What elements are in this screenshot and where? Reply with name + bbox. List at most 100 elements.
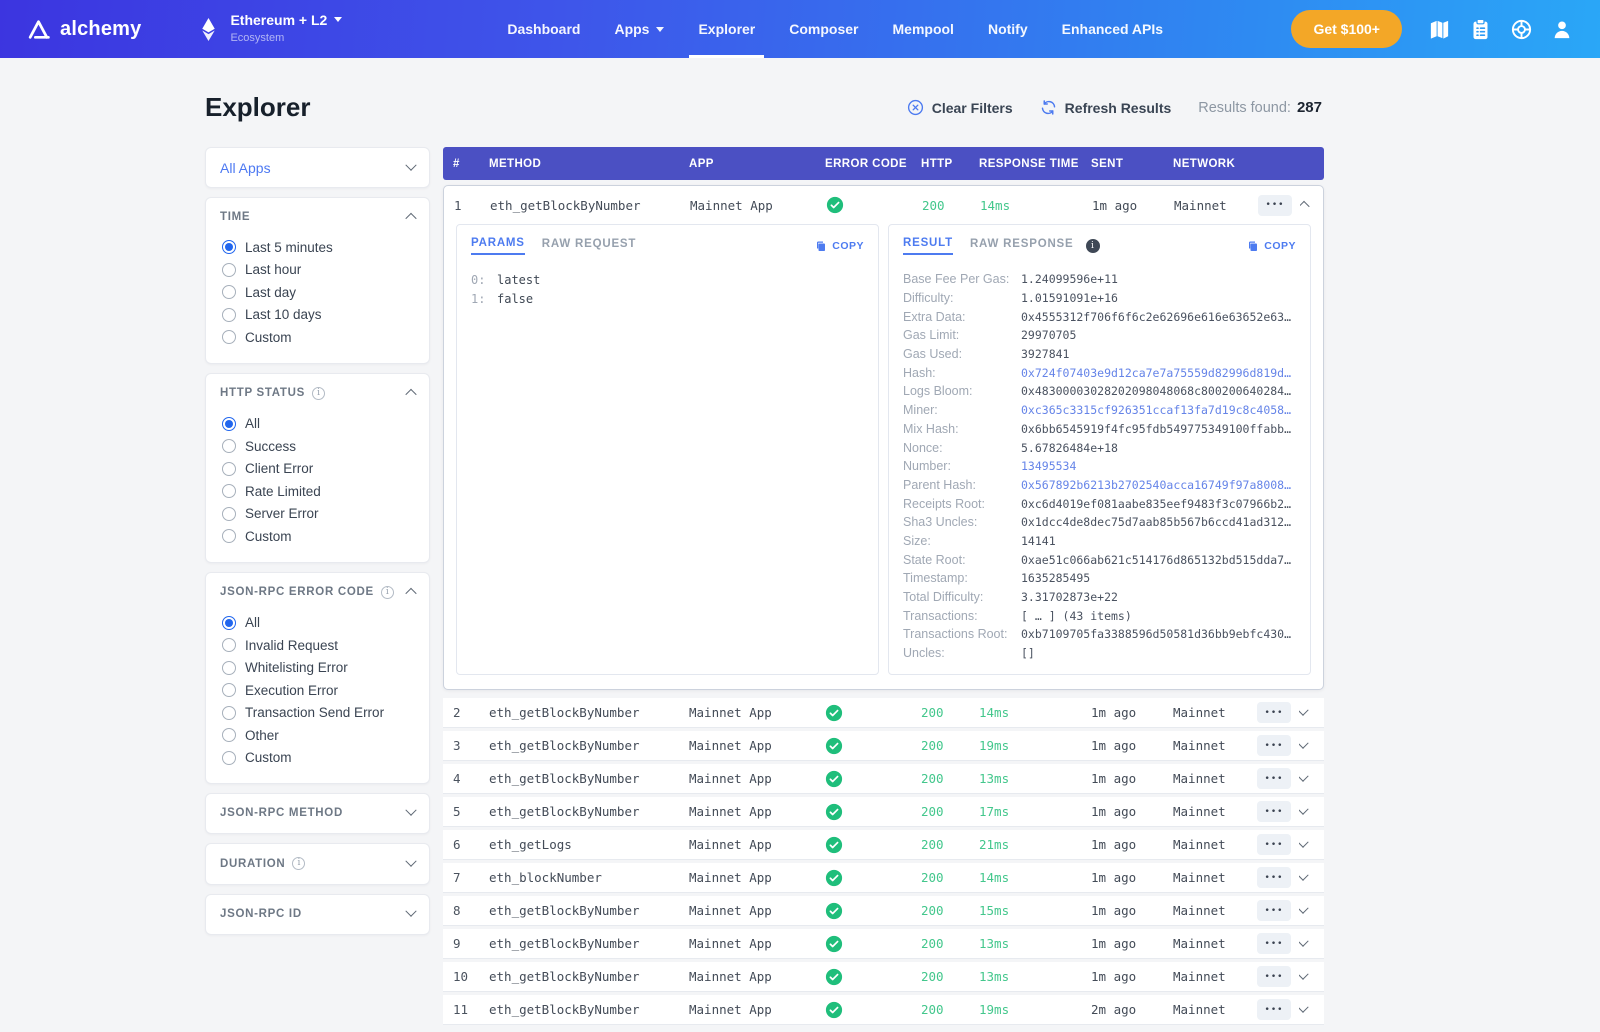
tab-raw-request[interactable]: RAW REQUEST: [542, 238, 636, 254]
chevron-down-icon[interactable]: [1299, 706, 1309, 716]
filter-section-jsonrpc-id-header[interactable]: JSON-RPC ID: [220, 908, 415, 920]
radio-option[interactable]: Last 5 minutes: [222, 236, 415, 259]
radio-button[interactable]: [222, 330, 236, 344]
row-actions-button[interactable]: [1257, 966, 1291, 987]
tab-result[interactable]: RESULT: [903, 237, 953, 255]
chevron-up-icon[interactable]: [1300, 201, 1310, 212]
row-actions-button[interactable]: [1257, 735, 1291, 756]
chevron-down-icon[interactable]: [1299, 970, 1309, 980]
nav-item[interactable]: Dashboard: [490, 0, 597, 58]
radio-option[interactable]: Server Error: [222, 503, 415, 526]
get-credit-button[interactable]: Get $100+: [1291, 10, 1402, 48]
clear-filters-button[interactable]: Clear Filters: [907, 99, 1013, 116]
table-row[interactable]: 8 eth_getBlockByNumber Mainnet App 200 1…: [443, 896, 1324, 926]
table-row[interactable]: 7 eth_blockNumber Mainnet App 200 14ms 1…: [443, 863, 1324, 893]
chevron-down-icon[interactable]: [1299, 937, 1309, 947]
nav-item[interactable]: Explorer: [681, 0, 772, 58]
copy-request-button[interactable]: COPY: [815, 240, 864, 253]
chevron-down-icon[interactable]: [1299, 739, 1309, 749]
table-row[interactable]: 6 eth_getLogs Mainnet App 200 21ms 1m ag…: [443, 830, 1324, 860]
radio-option[interactable]: Custom: [222, 747, 415, 770]
radio-button[interactable]: [222, 417, 236, 431]
nav-item[interactable]: Composer: [772, 0, 875, 58]
info-icon[interactable]: [381, 586, 394, 599]
tab-params[interactable]: PARAMS: [471, 237, 525, 255]
radio-button[interactable]: [222, 683, 236, 697]
filter-section-time-header[interactable]: TIME: [220, 211, 415, 223]
radio-button[interactable]: [222, 706, 236, 720]
radio-option[interactable]: All: [222, 413, 415, 436]
radio-button[interactable]: [222, 638, 236, 652]
table-row[interactable]: 11 eth_getBlockByNumber Mainnet App 200 …: [443, 995, 1324, 1025]
row-actions-button[interactable]: [1257, 834, 1291, 855]
row-actions-button[interactable]: [1257, 768, 1291, 789]
chevron-down-icon[interactable]: [1299, 805, 1309, 815]
radio-option[interactable]: Client Error: [222, 458, 415, 481]
filter-section-duration-header[interactable]: DURATION: [220, 857, 415, 870]
radio-option[interactable]: Custom: [222, 525, 415, 548]
table-row-expanded[interactable]: 1 eth_getBlockByNumber Mainnet App 200 1…: [444, 186, 1323, 224]
alchemy-logo[interactable]: alchemy: [26, 0, 141, 58]
radio-button[interactable]: [222, 507, 236, 521]
changelog-clipboard-icon[interactable]: [1468, 17, 1492, 41]
chevron-down-icon[interactable]: [1299, 871, 1309, 881]
radio-option[interactable]: Last 10 days: [222, 304, 415, 327]
table-row[interactable]: 2 eth_getBlockByNumber Mainnet App 200 1…: [443, 698, 1324, 728]
radio-button[interactable]: [222, 285, 236, 299]
nav-item[interactable]: Notify: [971, 0, 1045, 58]
nav-item[interactable]: Mempool: [876, 0, 971, 58]
radio-button[interactable]: [222, 616, 236, 630]
row-actions-button[interactable]: [1257, 999, 1291, 1020]
filter-section-http-status-header[interactable]: HTTP STATUS: [220, 387, 415, 400]
tab-raw-response[interactable]: RAW RESPONSE: [970, 238, 1074, 254]
row-actions-button[interactable]: [1257, 702, 1291, 723]
table-row[interactable]: 3 eth_getBlockByNumber Mainnet App 200 1…: [443, 731, 1324, 761]
table-row[interactable]: 4 eth_getBlockByNumber Mainnet App 200 1…: [443, 764, 1324, 794]
radio-option[interactable]: Whitelisting Error: [222, 657, 415, 680]
account-user-icon[interactable]: [1550, 17, 1574, 41]
radio-option[interactable]: All: [222, 612, 415, 635]
radio-option[interactable]: Invalid Request: [222, 634, 415, 657]
radio-button[interactable]: [222, 263, 236, 277]
nav-item[interactable]: Enhanced APIs: [1045, 0, 1180, 58]
app-filter-dropdown[interactable]: All Apps: [205, 147, 430, 188]
chevron-down-icon[interactable]: [1299, 838, 1309, 848]
radio-button[interactable]: [222, 529, 236, 543]
radio-option[interactable]: Transaction Send Error: [222, 702, 415, 725]
info-icon[interactable]: [292, 857, 305, 870]
table-row[interactable]: 10 eth_getBlockByNumber Mainnet App 200 …: [443, 962, 1324, 992]
radio-option[interactable]: Custom: [222, 326, 415, 349]
ecosystem-switcher[interactable]: Ethereum + L2 Ecosystem: [197, 0, 342, 58]
response-info-icon[interactable]: [1086, 239, 1100, 253]
table-row[interactable]: 9 eth_getBlockByNumber Mainnet App 200 1…: [443, 929, 1324, 959]
radio-button[interactable]: [222, 751, 236, 765]
radio-button[interactable]: [222, 308, 236, 322]
radio-button[interactable]: [222, 661, 236, 675]
row-actions-button[interactable]: [1257, 801, 1291, 822]
chevron-down-icon[interactable]: [1299, 904, 1309, 914]
row-actions-button[interactable]: [1257, 867, 1291, 888]
copy-response-button[interactable]: COPY: [1247, 240, 1296, 253]
radio-button[interactable]: [222, 728, 236, 742]
filter-section-jsonrpc-error-header[interactable]: JSON-RPC ERROR CODE: [220, 586, 415, 599]
chevron-down-icon[interactable]: [1299, 1003, 1309, 1013]
table-row[interactable]: 5 eth_getBlockByNumber Mainnet App 200 1…: [443, 797, 1324, 827]
row-actions-button[interactable]: [1257, 900, 1291, 921]
nav-item[interactable]: Apps: [597, 0, 681, 58]
row-actions-button[interactable]: [1257, 933, 1291, 954]
radio-option[interactable]: Other: [222, 724, 415, 747]
chevron-down-icon[interactable]: [1299, 772, 1309, 782]
info-icon[interactable]: [312, 387, 325, 400]
support-lifebuoy-icon[interactable]: [1509, 17, 1533, 41]
radio-button[interactable]: [222, 484, 236, 498]
radio-button[interactable]: [222, 240, 236, 254]
docs-map-icon[interactable]: [1427, 17, 1451, 41]
radio-option[interactable]: Last day: [222, 281, 415, 304]
row-actions-button[interactable]: [1258, 195, 1292, 216]
radio-option[interactable]: Rate Limited: [222, 480, 415, 503]
filter-section-jsonrpc-method-header[interactable]: JSON-RPC METHOD: [220, 807, 415, 819]
radio-button[interactable]: [222, 439, 236, 453]
refresh-results-button[interactable]: Refresh Results: [1040, 99, 1172, 116]
radio-button[interactable]: [222, 462, 236, 476]
radio-option[interactable]: Last hour: [222, 259, 415, 282]
